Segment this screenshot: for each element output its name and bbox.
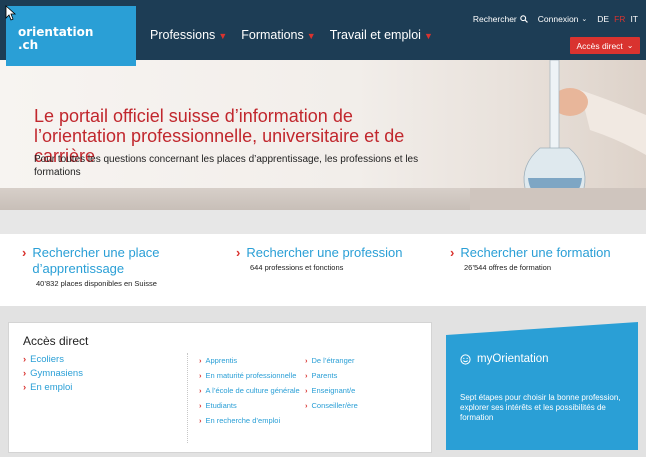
direct-access-ecoliers-label: Ecoliers <box>30 354 64 365</box>
smiley-icon <box>460 353 471 365</box>
search-formation-label: Rechercher une formation <box>460 245 611 260</box>
logo-text-line2: .ch <box>18 38 39 52</box>
search-apprenticeship-link[interactable]: › Rechercher une place d’apprentissage <box>22 245 202 277</box>
arrow-right-icon: › <box>199 356 202 365</box>
lang-fr[interactable]: FR <box>614 14 625 24</box>
lang-it[interactable]: IT <box>630 14 638 24</box>
arrow-right-icon: › <box>305 356 308 365</box>
login-label: Connexion <box>537 14 579 24</box>
direct-access-enseignant-label: Enseignant/e <box>311 386 356 395</box>
search-profession-count: 644 professions et fonctions <box>250 263 344 272</box>
direct-access-secondary-list: › Apprentis › En maturité professionnelle … <box>199 356 300 425</box>
nav-professions[interactable]: Professions ▼ <box>150 28 227 42</box>
arrow-right-icon: › <box>23 354 27 365</box>
arrow-right-icon: › <box>199 371 202 380</box>
main-navigation: Professions ▼ Formations ▼ Travail et em… <box>150 28 433 42</box>
chevron-down-icon: ▼ <box>218 31 228 41</box>
search-apprenticeship-count: 40’832 places disponibles en Suisse <box>36 279 157 288</box>
column-divider <box>187 353 188 443</box>
direct-access-en-emploi[interactable]: › En emploi <box>23 382 83 393</box>
my-orientation-heading: myOrientation <box>460 353 549 365</box>
direct-access-label: Accès direct <box>576 40 623 51</box>
my-orientation-description: Sept étapes pour choisir la bonne profes… <box>460 393 621 422</box>
search-apprenticeship-label: Rechercher une place d’apprentissage <box>32 245 160 276</box>
direct-access-ecoliers[interactable]: › Ecoliers <box>23 354 83 365</box>
direct-access-en-emploi-label: En emploi <box>30 382 73 393</box>
arrow-right-icon: › <box>199 416 202 425</box>
direct-access-panel: Accès direct › Ecoliers › Gymnasiens › En e… <box>8 322 432 453</box>
direct-access-button[interactable]: Accès direct ⌄ <box>570 37 640 54</box>
arrow-right-icon: › <box>450 245 455 260</box>
arrow-right-icon: › <box>305 401 308 410</box>
arrow-right-icon: › <box>199 401 202 410</box>
search-formation-block: › Rechercher une formation 26’544 offres… <box>450 245 640 272</box>
my-orientation-card-fold <box>446 322 638 335</box>
chevron-down-icon: ▼ <box>423 31 433 41</box>
direct-access-parents[interactable]: › Parents <box>305 371 358 380</box>
direct-access-title: Accès direct <box>23 334 89 348</box>
login-link[interactable]: Connexion ⌄ <box>538 14 588 24</box>
arrow-right-icon: › <box>236 245 241 260</box>
search-apprenticeship-block: › Rechercher une place d’apprentissage 4… <box>22 245 202 288</box>
chevron-down-icon: ▼ <box>306 31 316 41</box>
direct-access-culture-generale-label: A l’école de culture générale <box>205 386 300 395</box>
direct-access-recherche-emploi[interactable]: › En recherche d’emploi <box>199 416 300 425</box>
my-orientation-title: myOrientation <box>477 353 549 365</box>
direct-access-etudiants[interactable]: › Etudiants <box>199 401 300 410</box>
my-orientation-card[interactable]: myOrientation Sept étapes pour choisir l… <box>446 335 638 450</box>
direct-access-gymnasiens[interactable]: › Gymnasiens <box>23 368 83 379</box>
arrow-right-icon: › <box>305 386 308 395</box>
arrow-right-icon: › <box>23 382 27 393</box>
nav-travail-emploi[interactable]: Travail et emploi ▼ <box>330 28 433 42</box>
direct-access-enseignant[interactable]: › Enseignant/e <box>305 386 358 395</box>
direct-access-conseiller[interactable]: › Conseiller/ère <box>305 401 358 410</box>
direct-access-apprentis[interactable]: › Apprentis <box>199 356 300 365</box>
search-profession-link[interactable]: › Rechercher une profession <box>236 245 416 261</box>
hero-subtitle: Pour toutes les questions concernant les… <box>34 154 419 178</box>
hero-banner: Le portail officiel suisse d’information… <box>0 60 646 210</box>
direct-access-tertiary-list: › De l’étranger › Parents › Enseignant/e › C… <box>305 356 358 410</box>
section-separator <box>0 210 646 234</box>
search-formation-count: 26’544 offres de formation <box>464 263 552 272</box>
direct-access-apprentis-label: Apprentis <box>205 356 238 365</box>
direct-access-parents-label: Parents <box>311 371 338 380</box>
lang-de[interactable]: DE <box>597 14 609 24</box>
cursor-icon <box>5 5 17 21</box>
search-profession-label: Rechercher une profession <box>246 245 403 260</box>
search-icon <box>520 15 528 23</box>
direct-access-maturite[interactable]: › En maturité professionnelle <box>199 371 300 380</box>
arrow-right-icon: › <box>199 386 202 395</box>
utility-navigation: Rechercher Connexion ⌄ DE FR IT <box>473 14 638 24</box>
direct-access-recherche-emploi-label: En recherche d’emploi <box>205 416 281 425</box>
search-profession-block: › Rechercher une profession 644 professi… <box>236 245 416 272</box>
direct-access-etranger-label: De l’étranger <box>311 356 355 365</box>
direct-access-primary-list: › Ecoliers › Gymnasiens › En emploi <box>23 354 83 393</box>
direct-access-maturite-label: En maturité professionnelle <box>205 371 297 380</box>
search-link[interactable]: Rechercher <box>473 14 528 24</box>
direct-access-gymnasiens-label: Gymnasiens <box>30 368 83 379</box>
direct-access-culture-generale[interactable]: › A l’école de culture générale <box>199 386 300 395</box>
chevron-down-icon: ⌄ <box>626 41 634 50</box>
search-label: Rechercher <box>472 14 517 24</box>
nav-professions-label: Professions <box>150 28 216 42</box>
arrow-right-icon: › <box>305 371 308 380</box>
chevron-down-icon: ⌄ <box>581 16 588 23</box>
search-formation-link[interactable]: › Rechercher une formation <box>450 245 640 261</box>
language-switcher: DE FR IT <box>597 14 638 24</box>
nav-formations[interactable]: Formations ▼ <box>241 28 315 42</box>
direct-access-conseiller-label: Conseiller/ère <box>311 401 358 410</box>
arrow-right-icon: › <box>23 368 27 379</box>
direct-access-etranger[interactable]: › De l’étranger <box>305 356 358 365</box>
nav-formations-label: Formations <box>241 28 304 42</box>
hero-lab-flask-image <box>470 60 646 210</box>
nav-travail-emploi-label: Travail et emploi <box>329 28 421 42</box>
direct-access-etudiants-label: Etudiants <box>205 401 237 410</box>
site-logo[interactable]: orientation .ch <box>6 6 136 66</box>
arrow-right-icon: › <box>22 245 27 260</box>
